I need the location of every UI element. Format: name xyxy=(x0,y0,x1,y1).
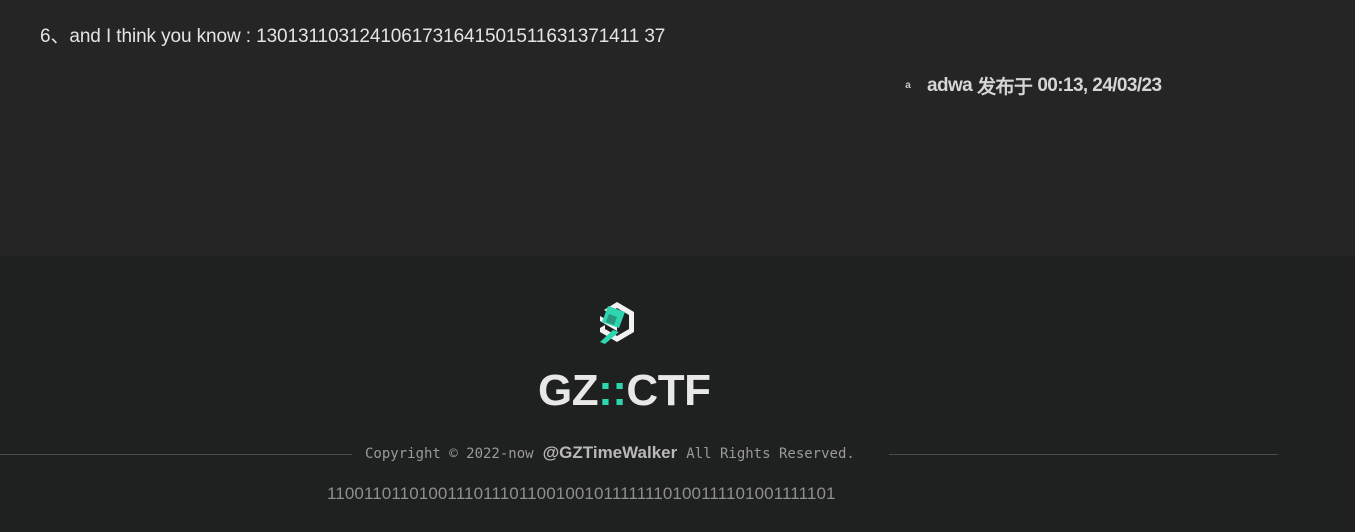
copyright: Copyright © 2022-now @GZTimeWalker All R… xyxy=(365,443,855,463)
post-timestamp: 00:13, 24/03/23 xyxy=(1037,74,1162,96)
brand-separator: :: xyxy=(598,366,627,415)
copyright-suffix: All Rights Reserved. xyxy=(686,446,855,462)
post-content-area: 6、and I think you know : 130131103124106… xyxy=(0,0,1355,256)
post-published-label: 发布于 xyxy=(977,77,1033,98)
divider-right xyxy=(889,454,1278,455)
copyright-prefix: Copyright © 2022-now xyxy=(365,446,534,462)
brand-right: CTF xyxy=(626,366,711,415)
binary-string: 1100110110100111011101100100101111111010… xyxy=(327,484,836,503)
post-text: 6、and I think you know : 130131103124106… xyxy=(40,26,666,47)
post-meta: a adwa 发布于 00:13, 24/03/23 xyxy=(902,72,1162,99)
copyright-handle-link[interactable]: @GZTimeWalker xyxy=(543,443,678,463)
footer: GZ::CTF Copyright © 2022-now @GZTimeWalk… xyxy=(0,256,1355,532)
brand-left: GZ xyxy=(538,366,599,415)
divider-left xyxy=(0,454,352,455)
gzctf-logo-icon xyxy=(600,302,634,344)
post-author: adwa xyxy=(927,74,973,96)
avatar: a xyxy=(905,79,911,91)
brand-wordmark: GZ::CTF xyxy=(538,366,711,416)
